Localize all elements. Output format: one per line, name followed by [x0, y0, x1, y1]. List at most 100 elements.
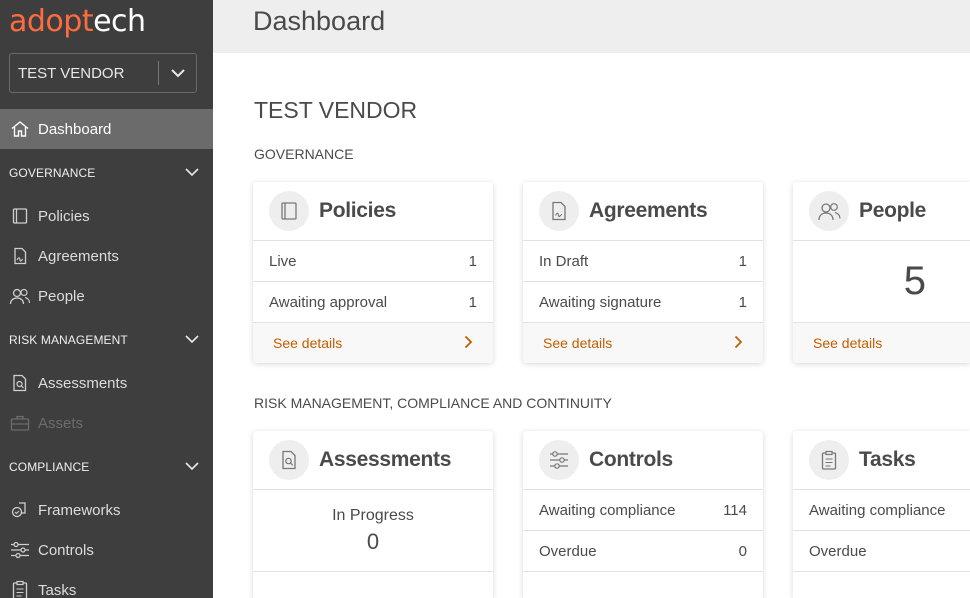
chevron-right-icon: [734, 335, 743, 352]
card-header: Controls: [523, 431, 763, 490]
assessments-in-progress[interactable]: In Progress 0: [253, 490, 493, 572]
row-label: Awaiting compliance: [539, 501, 676, 519]
tasks-row-awaiting-compliance[interactable]: Awaiting compliance: [793, 490, 970, 531]
people-icon: [0, 287, 38, 305]
controls-card: Controls Awaiting compliance 114 Overdue…: [523, 431, 763, 598]
sidebar-item-label: Controls: [38, 541, 94, 559]
row-label: Awaiting approval: [269, 293, 388, 311]
sidebar-item-frameworks[interactable]: Frameworks: [0, 490, 213, 530]
chevron-right-icon: [464, 335, 473, 352]
vendor-select-value: TEST VENDOR: [18, 64, 125, 82]
card-title: Agreements: [589, 199, 708, 222]
tasks-card: Tasks Awaiting compliance Overdue: [793, 431, 970, 598]
frameworks-icon: [0, 501, 38, 519]
sidebar-item-label: Policies: [38, 207, 90, 225]
card-title: Controls: [589, 448, 673, 471]
sidebar-item-label: Assets: [38, 414, 84, 432]
document-search-icon: [0, 374, 38, 392]
card-title: People: [859, 199, 927, 222]
policies-card: Policies Live 1 Awaiting approval 1 See …: [253, 182, 493, 363]
vendor-select[interactable]: TEST VENDOR: [9, 53, 197, 93]
book-icon: [0, 207, 38, 225]
agreements-see-details-link[interactable]: See details: [523, 323, 763, 363]
status-count: 0: [366, 528, 380, 554]
briefcase-icon: [0, 414, 38, 432]
sliders-icon: [0, 541, 38, 559]
sidebar-item-label: Tasks: [38, 581, 77, 598]
people-count: 5: [793, 241, 970, 323]
card-header: Tasks: [793, 431, 970, 490]
controls-row-awaiting-compliance[interactable]: Awaiting compliance 114: [523, 490, 763, 531]
sidebar-item-assets: Assets: [0, 403, 213, 443]
agreements-row-in-draft[interactable]: In Draft 1: [523, 241, 763, 282]
sidebar-item-label: People: [38, 287, 85, 305]
row-count: 1: [468, 252, 477, 270]
people-icon: [809, 191, 849, 231]
status-label: In Progress: [332, 506, 414, 524]
row-count: 1: [738, 293, 747, 311]
sidebar-section-governance[interactable]: GOVERNANCE: [9, 163, 199, 183]
row-label: Live: [269, 252, 297, 270]
sidebar-item-agreements[interactable]: Agreements: [0, 236, 213, 276]
sidebar-item-label: Dashboard: [38, 120, 112, 138]
controls-row-overdue[interactable]: Overdue 0: [523, 531, 763, 572]
clipboard-icon: [809, 440, 849, 480]
card-header: Assessments: [253, 431, 493, 490]
section-heading-risk-compliance: RISK MANAGEMENT, COMPLIANCE AND CONTINUI…: [254, 395, 612, 411]
see-details-label: See details: [543, 335, 613, 351]
agreements-card: Agreements In Draft 1 Awaiting signature…: [523, 182, 763, 363]
clipboard-icon: [0, 580, 38, 598]
chevron-down-icon[interactable]: [159, 68, 196, 78]
row-count: 1: [738, 252, 747, 270]
section-heading-governance: GOVERNANCE: [254, 146, 354, 162]
chevron-down-icon: [185, 460, 199, 474]
chevron-down-icon: [185, 166, 199, 180]
see-details-label: See details: [813, 335, 883, 351]
chevron-down-icon: [185, 333, 199, 347]
policies-see-details-link[interactable]: See details: [253, 323, 493, 363]
section-label: COMPLIANCE: [9, 460, 90, 474]
document-signature-icon: [0, 247, 38, 265]
sidebar-item-tasks[interactable]: Tasks: [0, 570, 213, 598]
sidebar-item-label: Frameworks: [38, 501, 121, 519]
row-label: Overdue: [539, 542, 597, 560]
tasks-row-overdue[interactable]: Overdue: [793, 531, 970, 572]
section-label: GOVERNANCE: [9, 166, 96, 180]
sidebar-item-policies[interactable]: Policies: [0, 196, 213, 236]
card-title: Tasks: [859, 448, 916, 471]
sidebar-item-assessments[interactable]: Assessments: [0, 363, 213, 403]
book-icon: [269, 191, 309, 231]
document-search-icon: [269, 440, 309, 480]
section-label: RISK MANAGEMENT: [9, 333, 128, 347]
agreements-row-awaiting-signature[interactable]: Awaiting signature 1: [523, 282, 763, 323]
sidebar-section-risk-management[interactable]: RISK MANAGEMENT: [9, 330, 199, 350]
sidebar-section-compliance[interactable]: COMPLIANCE: [9, 457, 199, 477]
row-label: Overdue: [809, 542, 867, 560]
card-header: People: [793, 182, 970, 241]
see-details-label: See details: [273, 335, 343, 351]
people-see-details-link[interactable]: See details: [793, 323, 970, 363]
row-label: Awaiting compliance: [809, 501, 946, 519]
assessments-card: Assessments In Progress 0: [253, 431, 493, 598]
sidebar-item-dashboard[interactable]: Dashboard: [0, 109, 213, 149]
page-header: Dashboard: [213, 0, 970, 53]
row-count: 0: [738, 542, 747, 560]
sidebar: adoptech TEST VENDOR Dashboard GOVERNANC…: [0, 0, 213, 598]
page-title: Dashboard: [253, 6, 386, 36]
home-icon: [0, 119, 38, 139]
sidebar-item-label: Assessments: [38, 374, 128, 392]
row-label: In Draft: [539, 252, 589, 270]
card-title: Policies: [319, 199, 396, 222]
sidebar-item-people[interactable]: People: [0, 276, 213, 316]
card-header: Agreements: [523, 182, 763, 241]
sidebar-item-label: Agreements: [38, 247, 119, 265]
sidebar-item-controls[interactable]: Controls: [0, 530, 213, 570]
row-count: 1: [468, 293, 477, 311]
row-count: 114: [723, 501, 747, 519]
card-header: Policies: [253, 182, 493, 241]
policies-row-awaiting-approval[interactable]: Awaiting approval 1: [253, 282, 493, 323]
card-title: Assessments: [319, 448, 452, 471]
vendor-title: TEST VENDOR: [254, 97, 418, 123]
policies-row-live[interactable]: Live 1: [253, 241, 493, 282]
adoptech-logo[interactable]: adoptech: [9, 4, 146, 40]
